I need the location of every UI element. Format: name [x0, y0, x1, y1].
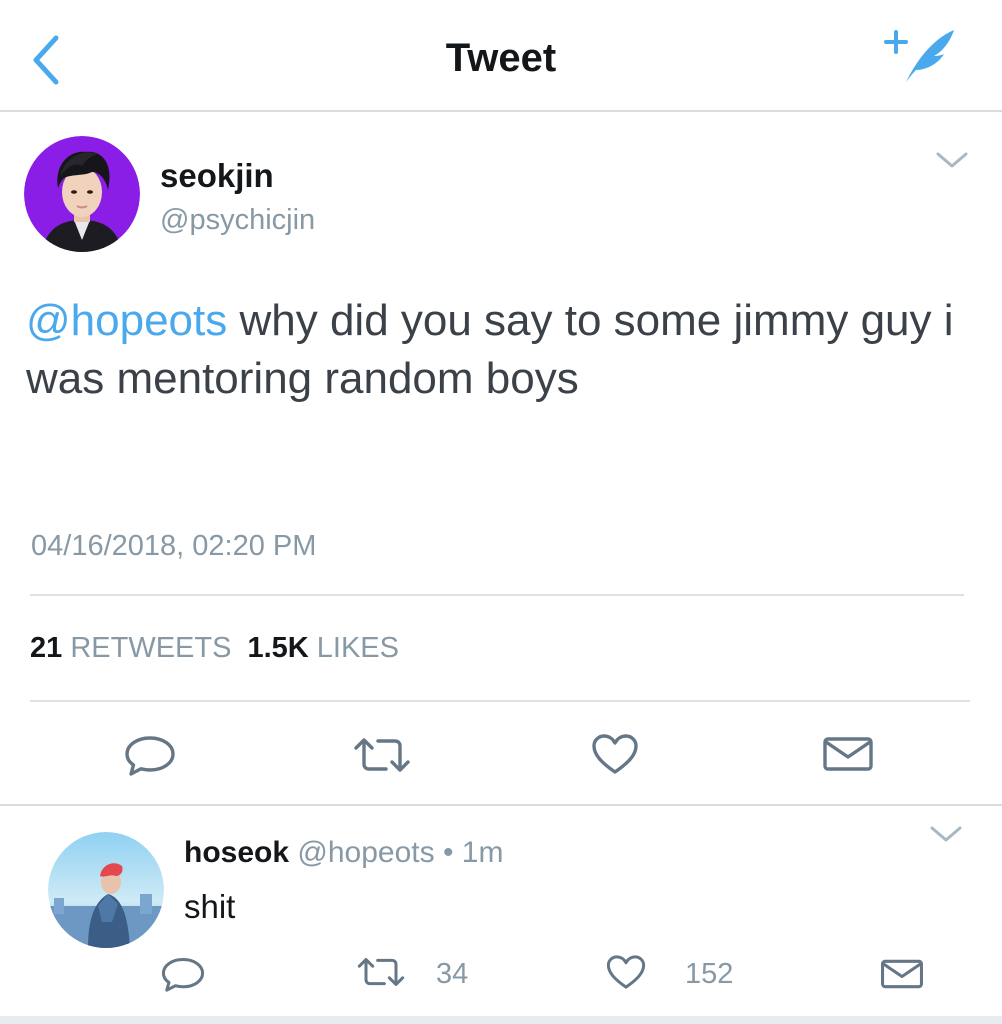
reply-display-name[interactable]: hoseok [184, 836, 289, 869]
reply-header: hoseok @hopeots • 1m [184, 836, 503, 870]
reply-button[interactable] [123, 734, 177, 776]
compose-button[interactable] [876, 22, 966, 92]
reply-icon [125, 736, 175, 776]
heart-icon [592, 734, 638, 774]
reply-text: shit [184, 888, 236, 925]
heart-icon [606, 955, 646, 989]
profile-photo [24, 136, 140, 252]
chevron-down-icon [930, 826, 962, 842]
retweet-icon [354, 738, 410, 772]
like-button[interactable] [590, 733, 640, 775]
reply-like-count: 152 [685, 958, 734, 990]
reply-icon [161, 957, 205, 992]
reply-like-button[interactable] [605, 954, 647, 990]
reply-handle[interactable]: @hopeots [297, 836, 434, 869]
compose-feather-icon [884, 30, 954, 82]
avatar[interactable] [24, 136, 140, 252]
reply-avatar[interactable] [48, 832, 164, 948]
mention-link[interactable]: @hopeots [26, 296, 227, 345]
divider [30, 700, 970, 702]
chevron-down-icon [936, 152, 968, 168]
navigation-bar: Tweet [0, 0, 1002, 112]
bottom-edge [0, 1016, 1002, 1024]
retweets-stat[interactable]: 21 RETWEETS [30, 632, 231, 664]
tweet-text: @hopeots why did you say to some jimmy g… [26, 292, 976, 408]
display-name[interactable]: seokjin [160, 157, 274, 195]
reply-retweet-button[interactable] [356, 956, 406, 988]
likes-stat[interactable]: 1.5K LIKES [247, 632, 399, 664]
retweet-icon [357, 958, 405, 986]
engagement-stats: 21 RETWEETS 1.5K LIKES [30, 632, 399, 665]
section-divider [0, 804, 1002, 806]
reply-retweet-count: 34 [436, 958, 469, 990]
envelope-icon [823, 737, 873, 771]
likes-label: LIKES [316, 632, 399, 664]
likes-count: 1.5K [247, 632, 309, 664]
reply-dm-button[interactable] [880, 958, 924, 990]
profile-photo [48, 832, 164, 948]
retweets-count: 21 [30, 632, 63, 664]
reply-reply-button[interactable] [160, 956, 206, 992]
separator-dot: • [442, 836, 454, 869]
envelope-icon [881, 959, 923, 989]
reply-time: 1m [461, 836, 504, 869]
page-title: Tweet [445, 36, 557, 80]
divider [30, 594, 964, 596]
retweets-label: RETWEETS [70, 632, 232, 664]
username-handle[interactable]: @psychicjin [160, 204, 315, 237]
direct-message-button[interactable] [822, 736, 874, 772]
retweet-button[interactable] [352, 736, 412, 774]
reply-options-button[interactable] [926, 820, 966, 846]
tweet-options-button[interactable] [932, 146, 972, 172]
tweet-timestamp: 04/16/2018, 02:20 PM [31, 530, 317, 562]
